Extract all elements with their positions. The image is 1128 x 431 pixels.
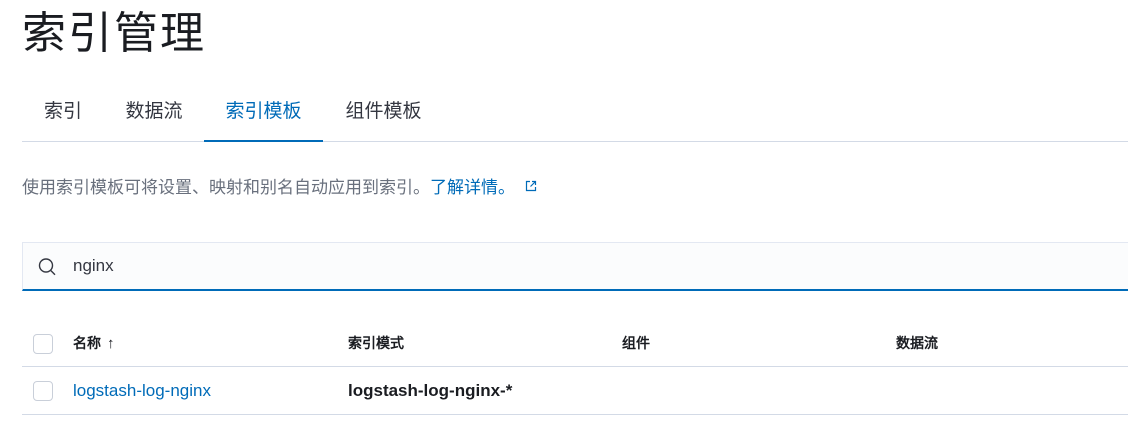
select-all-checkbox[interactable] <box>33 334 53 354</box>
table-row: logstash-log-nginx logstash-log-nginx-* <box>22 367 1128 415</box>
row-checkbox[interactable] <box>33 381 53 401</box>
column-header-name[interactable]: 名称 ↑ <box>73 320 115 367</box>
column-header-index-patterns: 索引模式 <box>348 335 404 351</box>
page-title: 索引管理 <box>22 9 206 58</box>
learn-more-link[interactable]: 了解详情。 <box>430 178 515 197</box>
page-description: 使用索引模板可将设置、映射和别名自动应用到索引。了解详情。 <box>22 174 537 202</box>
tab-indices[interactable]: 索引 <box>22 87 104 142</box>
search-icon <box>37 257 57 282</box>
tab-index-templates[interactable]: 索引模板 <box>204 87 323 142</box>
sort-ascending-icon: ↑ <box>107 335 115 352</box>
table-header-row: 名称 ↑ 索引模式 组件 数据流 <box>22 320 1128 367</box>
index-pattern-value: logstash-log-nginx-* <box>348 381 513 400</box>
search-input[interactable] <box>73 243 1073 289</box>
column-header-components: 组件 <box>622 335 650 351</box>
tab-bar: 索引 数据流 索引模板 组件模板 <box>22 87 1128 142</box>
tab-component-templates[interactable]: 组件模板 <box>323 87 444 142</box>
column-header-data-stream: 数据流 <box>896 335 938 351</box>
tab-data-streams[interactable]: 数据流 <box>104 87 204 142</box>
description-text: 使用索引模板可将设置、映射和别名自动应用到索引。 <box>22 178 430 197</box>
template-name-link[interactable]: logstash-log-nginx <box>73 367 211 415</box>
external-link-icon[interactable] <box>525 173 537 201</box>
index-management-page: 索引管理 索引 数据流 索引模板 组件模板 使用索引模板可将设置、映射和别名自动… <box>0 0 1128 431</box>
search-box <box>22 242 1128 291</box>
index-templates-table: 名称 ↑ 索引模式 组件 数据流 logstash-log-nginx logst… <box>22 320 1128 415</box>
